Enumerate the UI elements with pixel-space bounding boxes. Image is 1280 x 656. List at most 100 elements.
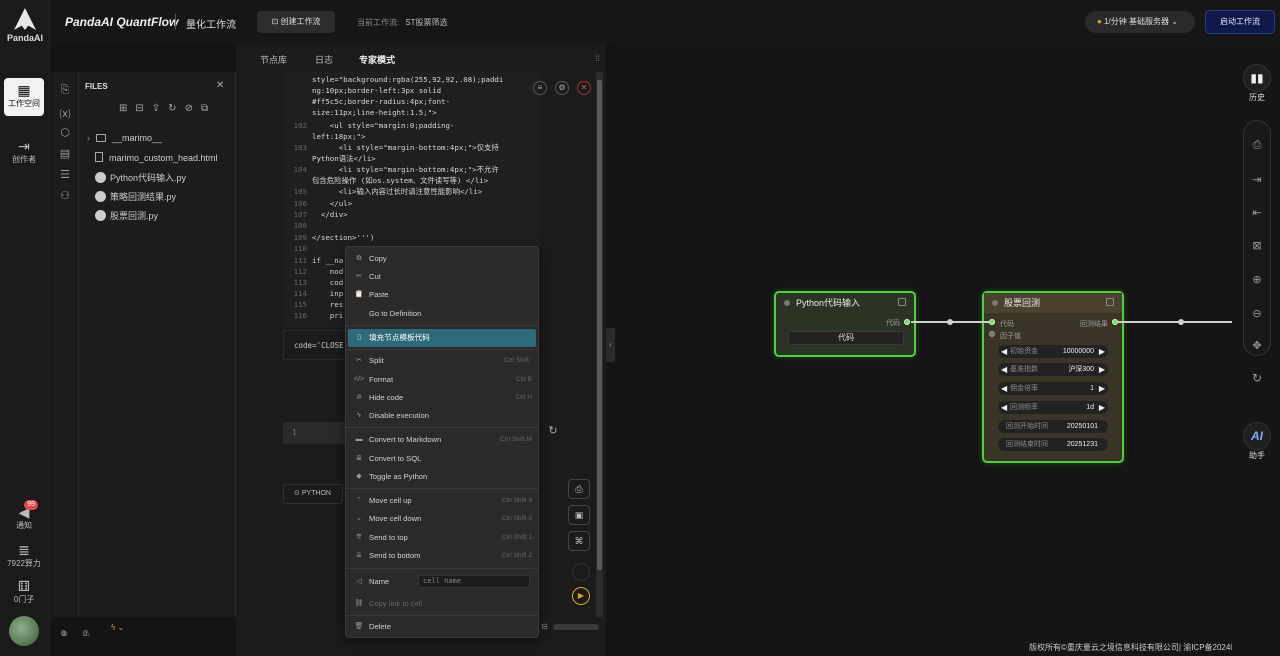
server-select[interactable]: ● 1/分钟 基础服务器 ⌄ — [1085, 11, 1195, 33]
wire-handle[interactable] — [947, 319, 953, 325]
menu-item-go-to-definition[interactable]: Go to Definition — [348, 306, 536, 322]
file-item[interactable]: 股票回测.py — [87, 209, 158, 222]
package-icon[interactable]: ⬡ — [58, 126, 72, 139]
history-button[interactable]: ▮▮ 历史 — [1242, 64, 1272, 103]
tab-expert-mode[interactable]: 专家模式 — [359, 53, 395, 66]
ai-assistant-button[interactable]: AI 助手 — [1242, 422, 1272, 461]
node-stock-backtest[interactable]: 股票回测 代码 因子值 回测结果 ◀ 初始资金 10000000 ▶ ◀ 基准指数 沪深3… — [982, 291, 1124, 463]
menu-item-cut[interactable]: ✂ Cut — [348, 269, 536, 285]
import-icon[interactable]: ⇤ — [1244, 206, 1270, 219]
rail-notify[interactable]: ◀ 99 通知 — [4, 500, 44, 538]
menu-item-convert-markdown[interactable]: ▬ Convert to Markdown Ctrl Shift M — [348, 432, 536, 448]
menu-item-delete[interactable]: 🗑 Delete — [348, 619, 536, 635]
menu-item-disable-execution[interactable]: ϟ Disable execution — [348, 408, 536, 424]
file-item[interactable]: Python代码输入.py — [87, 171, 186, 184]
edit-icon[interactable] — [1106, 298, 1114, 306]
cell-menu-icon[interactable]: ≡ — [533, 81, 547, 95]
param-end-date[interactable]: 回测结束时间 20251231 — [998, 438, 1108, 451]
flow-canvas[interactable] — [615, 44, 1232, 656]
file-item[interactable]: 策略回测结果.py — [87, 190, 176, 203]
scrollbar-thumb[interactable] — [597, 80, 602, 570]
arrow-right-icon[interactable]: ▶ — [1099, 345, 1105, 358]
file-item[interactable]: › __marimo__ — [87, 133, 162, 143]
wire-handle[interactable] — [1178, 319, 1184, 325]
dependency-icon[interactable]: ⚇ — [58, 189, 72, 202]
input-port[interactable] — [989, 319, 995, 325]
menu-item-format[interactable]: </> Format Ctrl B — [348, 372, 536, 388]
menu-item-hide-code[interactable]: ⊘ Hide code Ctrl H — [348, 390, 536, 406]
create-workflow-button[interactable]: ⊡ 创建工作流 — [257, 11, 335, 33]
menu-item-toggle-python[interactable]: ◆ Toggle as Python — [348, 469, 536, 485]
file-item[interactable]: marimo_custom_head.html — [87, 152, 218, 163]
lightning-icon[interactable]: ϟ ⌄ — [111, 623, 124, 632]
arrow-left-icon[interactable]: ◀ — [1001, 401, 1007, 414]
output-port[interactable] — [904, 319, 910, 325]
menu-item-send-bottom[interactable]: ⇊ Send to bottom Ctrl Shift 2 — [348, 548, 536, 564]
rail-creator[interactable]: ⇥ 创作者 — [4, 134, 44, 172]
trash-icon[interactable]: ⊠ — [1244, 239, 1270, 252]
editor-scrollbar[interactable] — [596, 72, 603, 617]
edit-icon[interactable] — [898, 298, 906, 306]
outline-icon[interactable]: ☰ — [58, 168, 72, 181]
node-python-input[interactable]: Python代码输入 代码 代码 — [774, 291, 916, 357]
fit-view-icon[interactable]: ✥ — [1244, 339, 1270, 352]
tab-logs[interactable]: 日志 — [315, 53, 333, 66]
logo[interactable]: PandaAI — [0, 8, 50, 43]
input-port[interactable] — [989, 331, 995, 337]
delete-cell-icon[interactable]: ✕ — [577, 81, 591, 95]
collapse-icon[interactable]: ⧉ — [201, 103, 216, 114]
stop-icon[interactable] — [572, 563, 590, 581]
arrow-left-icon[interactable]: ◀ — [1001, 382, 1007, 395]
tab-node-library[interactable]: 节点库 — [260, 53, 287, 66]
code-field[interactable]: 代码 — [788, 331, 904, 345]
save-icon[interactable]: ⎙ — [568, 479, 590, 499]
menu-item-convert-sql[interactable]: ≣ Convert to SQL — [348, 451, 536, 467]
start-workflow-button[interactable]: 启动工作流 — [1205, 10, 1275, 34]
close-icon[interactable]: ✕ — [216, 80, 224, 91]
reset-icon[interactable]: ↻ — [1252, 371, 1262, 385]
menu-item-move-up[interactable]: ⌃ Move cell up Ctrl Shift 9 — [348, 493, 536, 509]
menu-item-copy[interactable]: ⧉ Copy — [348, 251, 536, 267]
settings-icon[interactable]: ⚙ — [555, 81, 569, 95]
arrow-left-icon[interactable]: ◀ — [1001, 363, 1007, 376]
drag-handle-icon[interactable]: ⁞⁞ — [595, 53, 600, 63]
refresh-cell-icon[interactable]: ↻ — [546, 425, 560, 439]
upload-icon[interactable]: ⇪ — [152, 103, 168, 114]
menu-item-move-down[interactable]: ⌄ Move cell down Ctrl Shift 0 — [348, 511, 536, 527]
new-file-icon[interactable]: ⊞ — [119, 103, 135, 114]
menu-item-send-top[interactable]: ⇈ Send to top Ctrl Shift 1 — [348, 530, 536, 546]
param-initial-capital[interactable]: ◀ 初始资金 10000000 ▶ — [998, 345, 1108, 358]
menu-item-copy-link[interactable]: ⛓ Copy link to cell — [348, 596, 536, 612]
menu-item-fill-template[interactable]: ▯ 填充节点模板代码 — [348, 329, 536, 347]
param-commission[interactable]: ◀ 佣金倍率 1 ▶ — [998, 382, 1108, 395]
refresh-icon[interactable]: ↻ — [168, 103, 184, 114]
variables-icon[interactable]: ⒳ — [58, 106, 72, 122]
collapse-panel-button[interactable]: ‹ — [606, 328, 615, 362]
arrow-left-icon[interactable]: ◀ — [1001, 345, 1007, 358]
rail-factor[interactable]: ⚅ 0门子 — [4, 574, 44, 612]
rail-compute[interactable]: ≣ 7922算力 — [4, 538, 44, 576]
param-frequency[interactable]: ◀ 回测频率 1d ▶ — [998, 401, 1108, 414]
rail-workspace[interactable]: ▦ 工作空间 — [4, 78, 44, 116]
command-icon[interactable]: ⌘ — [568, 531, 590, 551]
python-language-chip[interactable]: ⊙ PYTHON — [283, 484, 343, 504]
new-folder-icon[interactable]: ⊟ — [135, 103, 151, 114]
zoom-in-icon[interactable]: ⊕ — [1244, 273, 1270, 286]
export-icon[interactable]: ⇥ — [1244, 173, 1270, 186]
param-start-date[interactable]: 回测开始时间 20250101 — [998, 420, 1108, 433]
menu-item-split[interactable]: ✂ Split Ctrl Shift ' — [348, 353, 536, 369]
notes-icon[interactable]: ▤ — [58, 147, 72, 160]
arrow-right-icon[interactable]: ▶ — [1099, 382, 1105, 395]
save-icon[interactable]: ⎙ — [1244, 139, 1270, 152]
zoom-out-icon[interactable]: ⊖ — [1244, 307, 1270, 320]
menu-item-paste[interactable]: 📋 Paste — [348, 287, 536, 303]
horizontal-scrollbar[interactable] — [553, 624, 599, 630]
arrow-right-icon[interactable]: ▶ — [1099, 401, 1105, 414]
avatar[interactable] — [9, 616, 39, 646]
cell-name-input[interactable]: cell name — [418, 575, 530, 588]
hide-icon[interactable]: ⊘ — [185, 103, 201, 114]
layout-icon[interactable]: ▣ — [568, 505, 590, 525]
minimap-icon[interactable]: ⊟ — [541, 622, 548, 631]
arrow-right-icon[interactable]: ▶ — [1099, 363, 1105, 376]
files-icon[interactable]: ⎘ — [58, 84, 72, 97]
